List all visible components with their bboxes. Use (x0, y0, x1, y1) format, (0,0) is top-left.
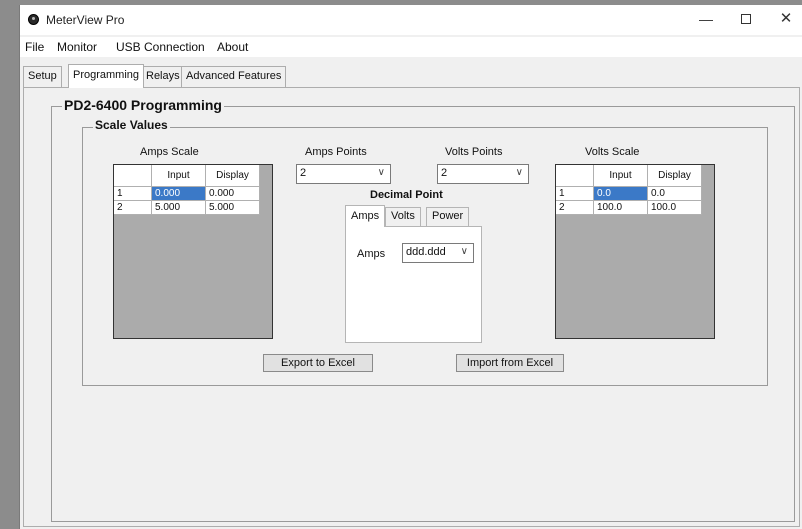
programming-tab-page: PD2-6400 Programming Scale Values Amps S… (23, 87, 800, 527)
maximize-button[interactable] (726, 5, 766, 33)
amps-points-select[interactable]: 2 ∨ (296, 164, 391, 184)
volts-input-column-header[interactable]: Input (594, 165, 648, 187)
decimal-point-title: Decimal Point (370, 189, 443, 201)
table-row: 1 0.000 0.000 (114, 187, 260, 201)
programming-title: PD2-6400 Programming (62, 97, 224, 113)
app-logo-icon (28, 14, 39, 25)
decimal-format-value: ddd.ddd (406, 246, 446, 258)
volts-input-cell[interactable]: 0.0 (594, 187, 648, 201)
amps-display-cell[interactable]: 0.000 (206, 187, 260, 201)
menu-file[interactable]: File (25, 40, 44, 54)
row-index[interactable]: 2 (556, 201, 594, 215)
decimal-point-page: Amps ddd.ddd ∨ (345, 226, 482, 343)
row-index[interactable]: 1 (556, 187, 594, 201)
row-header-corner (556, 165, 594, 187)
table-row: 1 0.0 0.0 (556, 187, 702, 201)
chevron-down-icon: ∨ (460, 246, 468, 257)
volts-input-cell[interactable]: 100.0 (594, 201, 648, 215)
volts-grid-header: Input Display (556, 165, 702, 187)
close-button[interactable]: ✕ (766, 5, 802, 33)
chevron-down-icon: ∨ (377, 167, 385, 178)
amps-grid-header: Input Display (114, 165, 260, 187)
row-header-corner (114, 165, 152, 187)
row-index[interactable]: 2 (114, 201, 152, 215)
minimize-button[interactable]: — (686, 5, 726, 33)
import-from-excel-button[interactable]: Import from Excel (456, 354, 564, 372)
amps-points-value: 2 (300, 167, 307, 179)
amps-display-cell[interactable]: 5.000 (206, 201, 260, 215)
tab-programming[interactable]: Programming (68, 64, 145, 88)
window-title: MeterView Pro (46, 13, 125, 27)
row-index[interactable]: 1 (114, 187, 152, 201)
tab-dp-power[interactable]: Power (426, 207, 470, 226)
table-row: 2 100.0 100.0 (556, 201, 702, 215)
scale-values-title: Scale Values (93, 118, 170, 132)
volts-points-select[interactable]: 2 ∨ (437, 164, 529, 184)
tab-setup[interactable]: Setup (23, 66, 62, 87)
dp-field-label: Amps (357, 248, 386, 260)
amps-scale-label: Amps Scale (140, 146, 199, 158)
tab-dp-amps[interactable]: Amps (345, 205, 386, 227)
app-window: MeterView Pro — ✕ File Monitor USB Conne… (19, 5, 802, 529)
maximize-icon (741, 14, 751, 24)
volts-points-label: Volts Points (445, 146, 503, 158)
volts-scale-grid[interactable]: Input Display 1 0.0 0.0 2 100.0 100.0 (555, 164, 715, 339)
table-row: 2 5.000 5.000 (114, 201, 260, 215)
menu-monitor[interactable]: Monitor (57, 40, 97, 54)
menu-usb-connection[interactable]: USB Connection (116, 40, 205, 54)
volts-display-cell[interactable]: 100.0 (648, 201, 702, 215)
volts-points-value: 2 (441, 167, 448, 179)
volts-display-column-header[interactable]: Display (648, 165, 702, 187)
export-to-excel-button[interactable]: Export to Excel (263, 354, 373, 372)
menu-bar: File Monitor USB Connection About (20, 37, 802, 57)
chevron-down-icon: ∨ (515, 167, 523, 178)
tab-advanced-features[interactable]: Advanced Features (181, 66, 287, 87)
amps-points-label: Amps Points (305, 146, 367, 158)
decimal-format-select[interactable]: ddd.ddd ∨ (402, 243, 474, 263)
volts-scale-label: Volts Scale (585, 146, 640, 158)
tab-dp-volts[interactable]: Volts (385, 207, 421, 226)
amps-display-column-header[interactable]: Display (206, 165, 260, 187)
amps-input-cell[interactable]: 5.000 (152, 201, 206, 215)
title-bar: MeterView Pro — ✕ (20, 5, 802, 35)
amps-input-cell[interactable]: 0.000 (152, 187, 206, 201)
tab-relays[interactable]: Relays (141, 66, 185, 87)
menu-about[interactable]: About (217, 40, 248, 54)
scale-values-group: Scale Values Amps Scale Amps Points Volt… (82, 118, 768, 386)
amps-scale-grid[interactable]: Input Display 1 0.000 0.000 2 5.000 5.00… (113, 164, 273, 339)
programming-group: PD2-6400 Programming Scale Values Amps S… (51, 97, 795, 522)
volts-display-cell[interactable]: 0.0 (648, 187, 702, 201)
amps-input-column-header[interactable]: Input (152, 165, 206, 187)
